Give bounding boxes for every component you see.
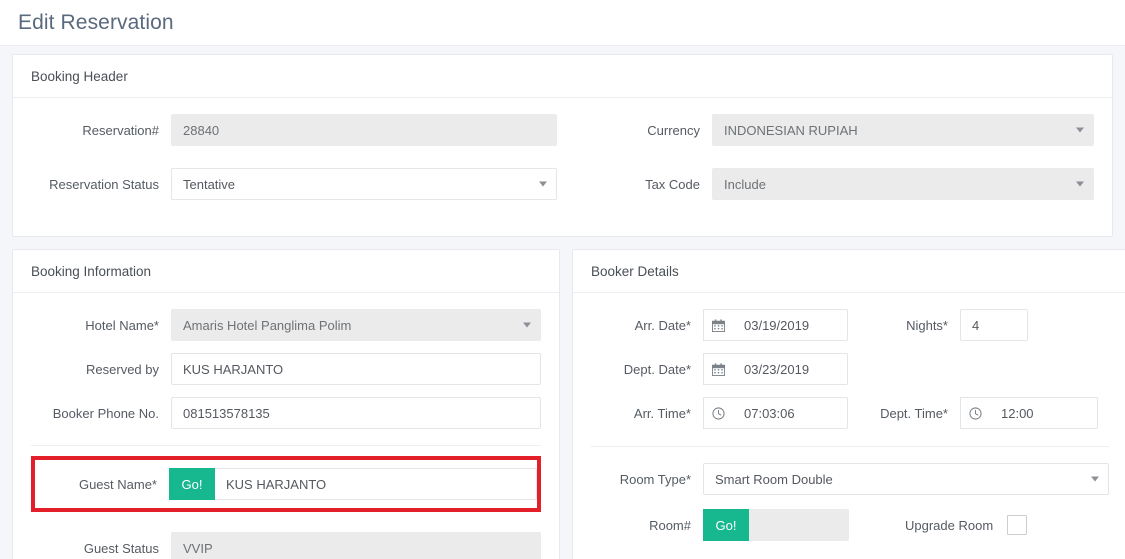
room-type-value: Smart Room Double bbox=[715, 471, 833, 487]
booking-header-card-title: Booking Header bbox=[31, 68, 128, 84]
field-reservation-status: Reservation Status Tentative bbox=[31, 168, 560, 200]
field-booker-phone: Booker Phone No. 081513578135 bbox=[31, 397, 541, 429]
guest-name-input-group: Go! KUS HARJANTO bbox=[169, 468, 537, 500]
clock-icon[interactable] bbox=[703, 397, 733, 429]
reservation-no-label: Reservation# bbox=[82, 122, 159, 138]
upgrade-room-label: Upgrade Room bbox=[905, 517, 994, 533]
arr-date-input-group: 03/19/2019 bbox=[703, 309, 848, 341]
room-no-input[interactable] bbox=[749, 509, 849, 541]
chevron-down-icon bbox=[523, 322, 531, 328]
field-tax-code: Tax Code Include bbox=[572, 168, 1094, 200]
reserved-by-label: Reserved by bbox=[86, 361, 159, 377]
guest-status-input[interactable]: VVIP bbox=[171, 532, 541, 559]
field-reserved-by: Reserved by KUS HARJANTO bbox=[31, 353, 541, 385]
clock-icon[interactable] bbox=[960, 397, 990, 429]
calendar-icon[interactable] bbox=[703, 353, 733, 385]
nights-label: Nights* bbox=[906, 317, 948, 333]
chevron-down-icon bbox=[1076, 127, 1084, 133]
page-title: Edit Reservation bbox=[18, 10, 174, 34]
booking-header-card: Booking Header Reservation# 28840 Curren… bbox=[12, 54, 1113, 237]
guest-name-go-button[interactable]: Go! bbox=[169, 468, 215, 500]
chevron-down-icon bbox=[1076, 181, 1084, 187]
hotel-name-select[interactable]: Amaris Hotel Panglima Polim bbox=[171, 309, 541, 341]
arr-date-label: Arr. Date* bbox=[634, 317, 691, 333]
guest-status-label: Guest Status bbox=[83, 540, 159, 556]
booking-information-card: Booking Information Hotel Name* Amaris H… bbox=[12, 249, 560, 559]
tax-code-label: Tax Code bbox=[645, 176, 700, 192]
currency-label: Currency bbox=[647, 122, 700, 138]
field-room-type: Room Type* Smart Room Double bbox=[591, 463, 1109, 495]
room-no-input-group: Go! bbox=[703, 509, 849, 541]
reserved-by-input[interactable]: KUS HARJANTO bbox=[171, 353, 541, 385]
upgrade-room-checkbox[interactable] bbox=[1007, 515, 1028, 535]
booker-details-card-body: Arr. Date* 03/19/2019 Nights* 4 Dept. Da… bbox=[573, 293, 1125, 557]
calendar-icon[interactable] bbox=[703, 309, 733, 341]
dept-date-input[interactable]: 03/23/2019 bbox=[733, 353, 848, 385]
arr-time-input-group: 07:03:06 bbox=[703, 397, 848, 429]
page-content: Booking Header Reservation# 28840 Curren… bbox=[0, 46, 1125, 559]
booker-details-divider bbox=[591, 446, 1109, 447]
field-reservation-no: Reservation# 28840 bbox=[31, 114, 560, 146]
field-guest-status: Guest Status VVIP bbox=[31, 532, 541, 559]
page-header: Edit Reservation bbox=[0, 0, 1125, 46]
hotel-name-label: Hotel Name* bbox=[85, 317, 159, 333]
nights-input[interactable]: 4 bbox=[960, 309, 1028, 341]
reservation-no-input[interactable]: 28840 bbox=[171, 114, 557, 146]
guest-name-highlight-box: Guest Name* Go! KUS HARJANTO bbox=[31, 456, 541, 512]
guest-name-input[interactable]: KUS HARJANTO bbox=[215, 468, 537, 500]
booking-information-card-head: Booking Information bbox=[13, 250, 559, 293]
booker-details-card-head: Booker Details bbox=[573, 250, 1125, 293]
row-dept-date: Dept. Date* 03/23/2019 bbox=[591, 353, 1109, 385]
arr-time-input[interactable]: 07:03:06 bbox=[733, 397, 848, 429]
room-no-label: Room# bbox=[649, 517, 691, 533]
arr-time-label: Arr. Time* bbox=[633, 405, 691, 421]
field-currency: Currency INDONESIAN RUPIAH bbox=[572, 114, 1094, 146]
currency-value: INDONESIAN RUPIAH bbox=[724, 122, 858, 138]
reservation-status-label: Reservation Status bbox=[49, 176, 159, 192]
dept-time-input[interactable]: 12:00 bbox=[990, 397, 1098, 429]
dept-date-label: Dept. Date* bbox=[623, 361, 691, 377]
guest-name-label: Guest Name* bbox=[78, 476, 157, 492]
dept-time-label: Dept. Time* bbox=[880, 405, 948, 421]
chevron-down-icon bbox=[539, 181, 547, 187]
dept-time-input-group: 12:00 bbox=[960, 397, 1098, 429]
booker-phone-input[interactable]: 081513578135 bbox=[171, 397, 541, 429]
tax-code-value: Include bbox=[724, 176, 766, 192]
booker-details-card-title: Booker Details bbox=[591, 263, 679, 279]
row-room-no-upgrade: Room# Go! Upgrade Room bbox=[591, 509, 1109, 541]
dept-date-input-group: 03/23/2019 bbox=[703, 353, 848, 385]
booker-details-card: Booker Details Arr. Date* 03/19/2019 Nig… bbox=[572, 249, 1125, 559]
room-type-select[interactable]: Smart Room Double bbox=[703, 463, 1109, 495]
booking-information-card-body: Hotel Name* Amaris Hotel Panglima Polim … bbox=[13, 293, 559, 559]
row-arr-dept-time: Arr. Time* 07:03:06 Dept. Time* 12:00 bbox=[591, 397, 1109, 429]
tax-code-select[interactable]: Include bbox=[712, 168, 1094, 200]
field-hotel-name: Hotel Name* Amaris Hotel Panglima Polim bbox=[31, 309, 541, 341]
row-arr-date-nights: Arr. Date* 03/19/2019 Nights* 4 bbox=[591, 309, 1109, 341]
room-no-go-button[interactable]: Go! bbox=[703, 509, 749, 541]
booking-header-card-body: Reservation# 28840 Currency INDONESIAN R… bbox=[13, 98, 1112, 236]
reservation-status-select[interactable]: Tentative bbox=[171, 168, 557, 200]
chevron-down-icon bbox=[1091, 476, 1099, 482]
hotel-name-value: Amaris Hotel Panglima Polim bbox=[183, 317, 352, 333]
arr-date-input[interactable]: 03/19/2019 bbox=[733, 309, 848, 341]
details-row: Booking Information Hotel Name* Amaris H… bbox=[12, 249, 1125, 559]
booker-phone-label: Booker Phone No. bbox=[52, 405, 159, 421]
booking-header-row-2: Reservation Status Tentative Tax Code In… bbox=[31, 168, 1094, 200]
booking-header-row-1: Reservation# 28840 Currency INDONESIAN R… bbox=[31, 114, 1094, 156]
booking-information-card-title: Booking Information bbox=[31, 263, 152, 279]
reservation-status-value: Tentative bbox=[183, 176, 236, 192]
currency-select[interactable]: INDONESIAN RUPIAH bbox=[712, 114, 1094, 146]
field-guest-name: Guest Name* Go! KUS HARJANTO bbox=[41, 468, 537, 500]
booking-header-card-head: Booking Header bbox=[13, 55, 1112, 98]
booking-information-divider bbox=[31, 445, 541, 446]
room-type-label: Room Type* bbox=[619, 471, 691, 487]
